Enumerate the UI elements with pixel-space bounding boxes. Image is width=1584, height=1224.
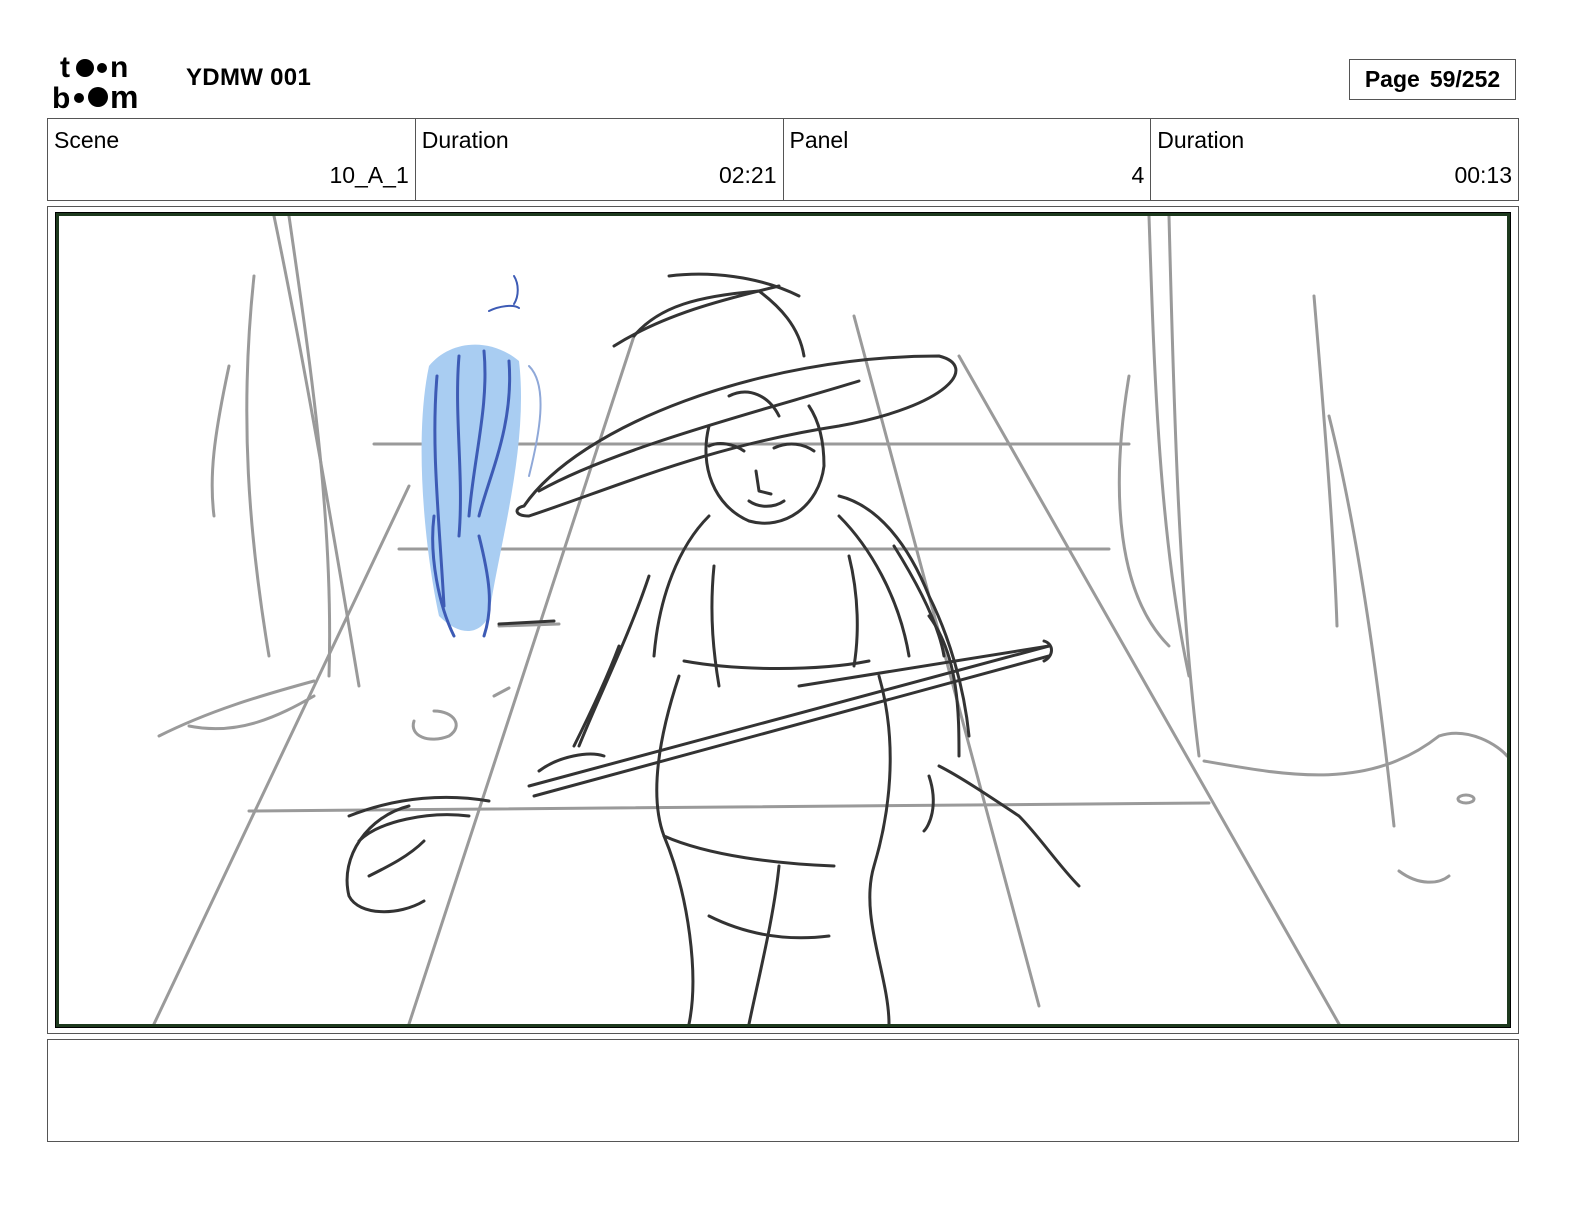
scene-duration-value: 02:21 (718, 162, 777, 188)
panel-notes-box[interactable] (47, 1039, 1519, 1142)
toonboom-logo: t n b m (52, 51, 138, 110)
storyboard-panel[interactable] (55, 212, 1511, 1028)
project-title: YDMW 001 (186, 64, 312, 91)
background-sketch (152, 216, 1507, 1024)
scene-duration-label: Duration (421, 127, 509, 153)
scene-cell: Scene 10_A_1 (48, 119, 416, 200)
page-label: Page (1364, 66, 1420, 92)
svg-text:t: t (60, 51, 70, 84)
svg-text:m: m (110, 79, 138, 110)
panel-sketch (152, 216, 1507, 1024)
panel-duration-label: Duration (1157, 127, 1245, 153)
page-number: 59/252 (1429, 66, 1501, 92)
spirit-bunny (421, 275, 556, 638)
panel-duration-cell: Duration 00:13 (1151, 119, 1518, 200)
page-indicator: Page 59/252 (1349, 59, 1516, 100)
svg-text:b: b (52, 82, 70, 110)
scene-label: Scene (54, 127, 120, 153)
panel-value: 4 (1131, 162, 1145, 188)
panel-label: Panel (789, 127, 849, 153)
scene-info-table: Scene 10_A_1 Duration 02:21 Panel 4 Dura… (47, 118, 1519, 201)
storyboard-panel-frame (47, 206, 1519, 1034)
scene-value: 10_A_1 (329, 162, 409, 188)
panel-duration-value: 00:13 (1454, 162, 1512, 188)
scene-duration-cell: Duration 02:21 (416, 119, 784, 200)
panel-cell: Panel 4 (784, 119, 1152, 200)
